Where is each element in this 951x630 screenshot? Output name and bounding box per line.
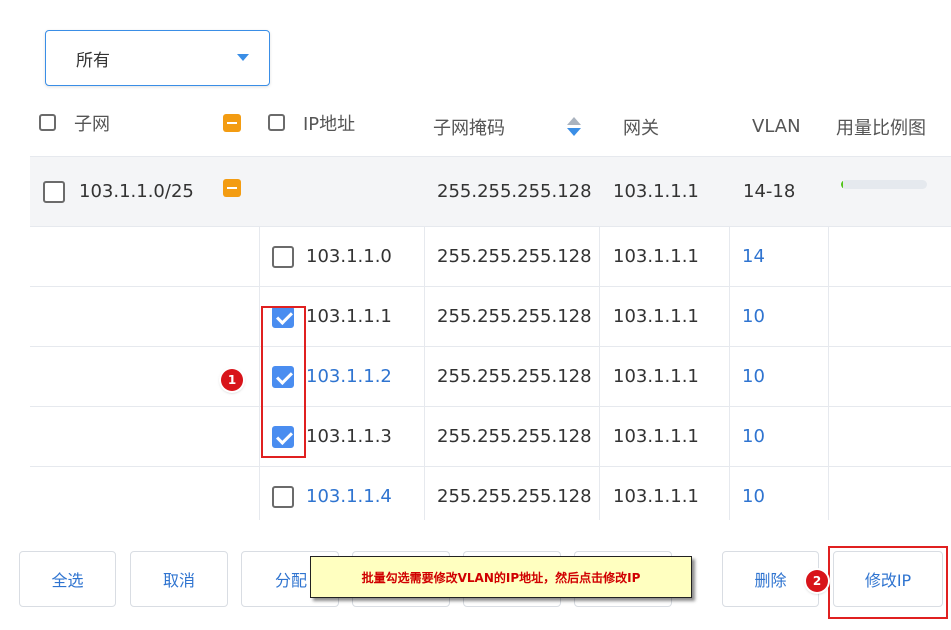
modify-ip-highlight-box	[828, 546, 948, 619]
instruction-tooltip: 批量勾选需要修改VLAN的IP地址，然后点击修改IP	[310, 556, 692, 598]
table-row[interactable]: 103.1.1.2 255.255.255.128 103.1.1.1 10	[30, 347, 951, 407]
row-vlan-link[interactable]: 10	[742, 366, 765, 387]
row-checkbox[interactable]	[272, 485, 294, 508]
subnet-value: 103.1.1.0/25	[79, 181, 194, 202]
subnet-collapse-icon[interactable]	[223, 113, 241, 132]
row-gateway: 103.1.1.1	[613, 306, 699, 327]
row-mask: 255.255.255.128	[437, 426, 592, 447]
row-gateway: 103.1.1.1	[613, 246, 699, 267]
row-mask: 255.255.255.128	[437, 306, 592, 327]
header-ip: IP地址	[303, 113, 356, 135]
chevron-down-icon	[237, 54, 249, 61]
sort-icon[interactable]	[567, 116, 581, 137]
group-vlan: 14-18	[743, 181, 796, 202]
row-gateway: 103.1.1.1	[613, 366, 699, 387]
select-all-button[interactable]: 全选	[19, 551, 116, 607]
row-ip-link[interactable]: 103.1.1.2	[306, 366, 392, 387]
cancel-button[interactable]: 取消	[130, 551, 228, 607]
group-collapse-icon[interactable]	[223, 178, 241, 197]
row-vlan-link[interactable]: 14	[742, 246, 765, 267]
row-ip-link[interactable]: 103.1.1.4	[306, 486, 392, 507]
table-row[interactable]: 103.1.1.0 255.255.255.128 103.1.1.1 14	[30, 227, 951, 287]
delete-button[interactable]: 删除	[722, 551, 819, 607]
filter-selected-value: 所有	[76, 50, 110, 71]
row-mask: 255.255.255.128	[437, 366, 592, 387]
subnet-checkbox[interactable]	[43, 180, 65, 203]
row-mask: 255.255.255.128	[437, 486, 592, 507]
header-vlan[interactable]: VLAN	[752, 116, 801, 137]
filter-dropdown[interactable]: 所有	[45, 30, 270, 86]
header-subnet: 子网	[74, 113, 110, 135]
header-ip-checkbox[interactable]	[268, 114, 285, 131]
usage-bar-fill	[841, 180, 843, 189]
row-vlan-link[interactable]: 10	[742, 486, 765, 507]
row-vlan-link[interactable]: 10	[742, 306, 765, 327]
row-ip: 103.1.1.0	[306, 246, 392, 267]
step-badge-2: 2	[806, 570, 828, 592]
tooltip-text: 批量勾选需要修改VLAN的IP地址，然后点击修改IP	[361, 570, 641, 585]
row-ip: 103.1.1.3	[306, 426, 392, 447]
row-mask: 255.255.255.128	[437, 246, 592, 267]
header-usage: 用量比例图	[836, 117, 926, 139]
group-gateway: 103.1.1.1	[613, 181, 699, 202]
usage-bar	[841, 180, 927, 189]
table-row[interactable]: 103.1.1.1 255.255.255.128 103.1.1.1 10	[30, 287, 951, 347]
ip-table: 子网 IP地址 子网掩码 网关 VLAN 用量比例图 103.1.1.0/25	[30, 97, 951, 520]
group-mask: 255.255.255.128	[437, 181, 592, 202]
row-checkbox[interactable]	[272, 245, 294, 268]
row-vlan-link[interactable]: 10	[742, 426, 765, 447]
table-row[interactable]: 103.1.1.3 255.255.255.128 103.1.1.1 10	[30, 407, 951, 467]
header-subnet-checkbox[interactable]	[39, 114, 56, 131]
row-ip: 103.1.1.1	[306, 306, 392, 327]
header-gateway[interactable]: 网关	[623, 114, 659, 140]
subnet-group-row[interactable]: 103.1.1.0/25 255.255.255.128 103.1.1.1 1…	[30, 157, 951, 227]
checkbox-highlight-box	[261, 306, 306, 458]
row-gateway: 103.1.1.1	[613, 426, 699, 447]
step-badge-1: 1	[221, 369, 243, 391]
table-row[interactable]: 103.1.1.4 255.255.255.128 103.1.1.1 10	[30, 467, 951, 520]
header-mask[interactable]: 子网掩码	[433, 114, 505, 140]
table-header: 子网 IP地址 子网掩码 网关 VLAN 用量比例图	[30, 97, 951, 157]
row-gateway: 103.1.1.1	[613, 486, 699, 507]
